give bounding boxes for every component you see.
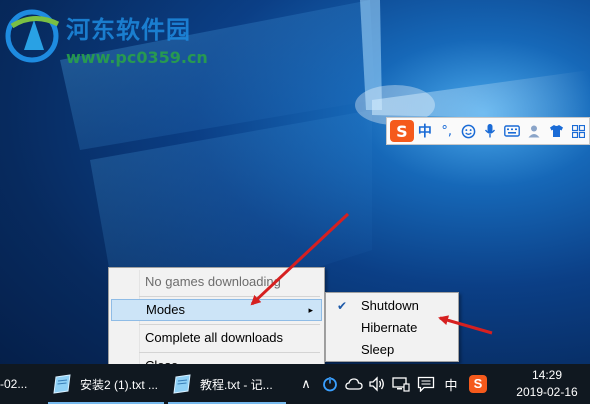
menu-item-modes[interactable]: Modes ▸ <box>111 299 322 321</box>
volume-icon[interactable] <box>366 364 388 404</box>
sogou-tray-icon[interactable]: S <box>466 364 490 404</box>
show-hidden-icons-chevron-icon[interactable]: ∧ <box>297 364 315 404</box>
taskbar: -02... 安装2 (1).txt ... 教程.txt - 记... ∧ 中… <box>0 364 590 404</box>
submenu-item-hibernate[interactable]: Hibernate <box>328 317 456 339</box>
watermark-text: 河东软件园 <box>66 16 191 44</box>
menu-item-modes-label: Modes <box>146 302 186 317</box>
submenu-item-sleep[interactable]: Sleep <box>328 339 456 361</box>
clock-date: 2019-02-16 <box>516 385 578 399</box>
menu-separator <box>139 352 320 353</box>
notepad-icon <box>52 374 74 394</box>
shirt-icon[interactable] <box>545 119 567 143</box>
tray-context-menu: No games downloading Modes ▸ Complete al… <box>108 267 325 378</box>
menu-separator <box>139 296 320 297</box>
ime-toolbar: S 中 °, <box>386 117 590 145</box>
keyboard-icon[interactable] <box>501 119 523 143</box>
grid-icon[interactable] <box>567 119 589 143</box>
modes-submenu: ✔ Shutdown Hibernate Sleep <box>325 292 459 362</box>
taskbar-app-notepad-2[interactable]: 教程.txt - 记... <box>168 364 286 404</box>
notepad-icon <box>172 374 194 394</box>
chinese-mode-icon[interactable]: 中 <box>414 119 436 143</box>
submenu-item-shutdown[interactable]: ✔ Shutdown <box>328 295 456 317</box>
menu-item-no-games: No games downloading <box>145 274 281 289</box>
menu-item-complete-all[interactable]: Complete all downloads <box>111 327 322 349</box>
taskbar-app-truncated[interactable]: -02... <box>0 364 44 404</box>
sogou-logo-icon: S <box>469 375 487 393</box>
microphone-icon[interactable] <box>480 119 502 143</box>
submenu-item-shutdown-label: Shutdown <box>361 298 419 313</box>
clock-time: 14:29 <box>531 368 563 382</box>
watermark-url: www.pc0359.cn <box>66 48 208 67</box>
taskbar-app-label: -02... <box>0 377 28 391</box>
taskbar-app-label: 安装2 (1).txt ... <box>80 377 159 392</box>
system-clock[interactable]: 14:29 2019-02-16 <box>512 367 582 401</box>
ime-mode-indicator[interactable]: 中 <box>440 364 462 404</box>
checkmark-icon: ✔ <box>337 299 348 313</box>
notification-icon[interactable] <box>414 364 438 404</box>
network-icon[interactable] <box>390 364 412 404</box>
punctuation-icon[interactable]: °, <box>436 119 458 143</box>
cloud-icon[interactable] <box>343 364 365 404</box>
sogou-logo-icon[interactable]: S <box>390 120 414 142</box>
watermark-logo <box>5 9 60 63</box>
submenu-arrow-icon: ▸ <box>308 305 313 315</box>
taskbar-app-label: 教程.txt - 记... <box>200 377 273 392</box>
power-icon[interactable] <box>319 364 341 404</box>
menu-separator <box>139 324 320 325</box>
user-icon[interactable] <box>523 119 545 143</box>
emoji-icon[interactable] <box>458 119 480 143</box>
taskbar-app-notepad-1[interactable]: 安装2 (1).txt ... <box>48 364 164 404</box>
